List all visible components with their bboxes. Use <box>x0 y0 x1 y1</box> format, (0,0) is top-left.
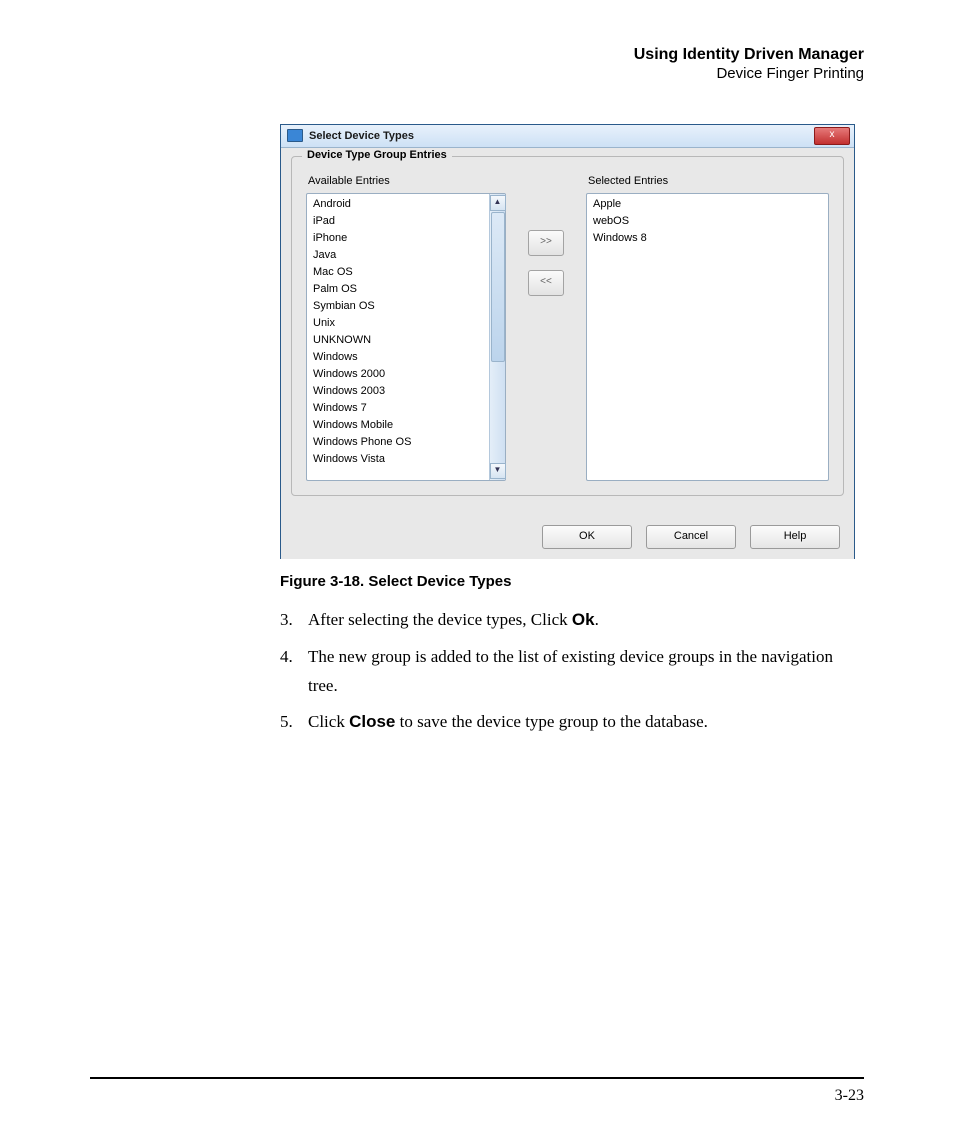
list-item[interactable]: Windows 7 <box>307 400 489 417</box>
page-number: 3-23 <box>835 1087 864 1105</box>
scroll-up-icon[interactable]: ▲ <box>490 195 506 211</box>
body-text: 3. After selecting the device types, Cli… <box>280 606 864 738</box>
dialog-title: Select Device Types <box>309 130 414 142</box>
list-item[interactable]: UNKNOWN <box>307 332 489 349</box>
footer-rule <box>90 1077 864 1079</box>
add-button[interactable]: >> <box>528 230 564 256</box>
list-item[interactable]: Apple <box>587 196 828 213</box>
header-title: Using Identity Driven Manager <box>90 45 864 65</box>
help-button[interactable]: Help <box>750 525 840 549</box>
close-button[interactable]: x <box>814 127 850 145</box>
step-number: 5. <box>280 708 308 737</box>
scroll-down-icon[interactable]: ▼ <box>490 463 506 479</box>
header-subtitle: Device Finger Printing <box>90 65 864 84</box>
list-item[interactable]: Windows Phone OS <box>307 434 489 451</box>
list-item[interactable]: Windows Vista <box>307 451 489 468</box>
dialog-titlebar: Select Device Types x <box>281 125 854 148</box>
list-item[interactable]: webOS <box>587 213 828 230</box>
list-item[interactable]: Windows 8 <box>587 230 828 247</box>
page-header: Using Identity Driven Manager Device Fin… <box>90 45 864 84</box>
list-item[interactable]: Unix <box>307 315 489 332</box>
available-entries-list[interactable]: Android iPad iPhone Java Mac OS Palm OS … <box>306 193 506 481</box>
selected-entries-list[interactable]: Apple webOS Windows 8 <box>586 193 829 481</box>
step-text: After selecting the device types, Click … <box>308 606 599 635</box>
list-item[interactable]: Symbian OS <box>307 298 489 315</box>
list-item[interactable]: Android <box>307 196 489 213</box>
selected-entries-label: Selected Entries <box>586 175 829 187</box>
group-legend: Device Type Group Entries <box>302 149 452 161</box>
list-item[interactable]: iPhone <box>307 230 489 247</box>
step-text: The new group is added to the list of ex… <box>308 643 864 701</box>
ok-button[interactable]: OK <box>542 525 632 549</box>
list-item[interactable]: Windows Mobile <box>307 417 489 434</box>
list-item[interactable]: Java <box>307 247 489 264</box>
list-item[interactable]: Windows <box>307 349 489 366</box>
step-number: 4. <box>280 643 308 701</box>
cancel-button[interactable]: Cancel <box>646 525 736 549</box>
step-text: Click Close to save the device type grou… <box>308 708 708 737</box>
scroll-thumb[interactable] <box>491 212 505 362</box>
scrollbar[interactable]: ▲ ▼ <box>489 194 505 480</box>
list-item[interactable]: iPad <box>307 213 489 230</box>
remove-button[interactable]: << <box>528 270 564 296</box>
window-icon <box>287 129 303 142</box>
step-number: 3. <box>280 606 308 635</box>
device-type-group-entries-box: Device Type Group Entries Available Entr… <box>291 156 844 496</box>
figure-caption: Figure 3-18. Select Device Types <box>280 573 864 590</box>
available-entries-label: Available Entries <box>306 175 506 187</box>
list-item[interactable]: Windows 2003 <box>307 383 489 400</box>
list-item[interactable]: Windows 2000 <box>307 366 489 383</box>
select-device-types-dialog: Select Device Types x Device Type Group … <box>280 124 855 559</box>
list-item[interactable]: Palm OS <box>307 281 489 298</box>
list-item[interactable]: Mac OS <box>307 264 489 281</box>
